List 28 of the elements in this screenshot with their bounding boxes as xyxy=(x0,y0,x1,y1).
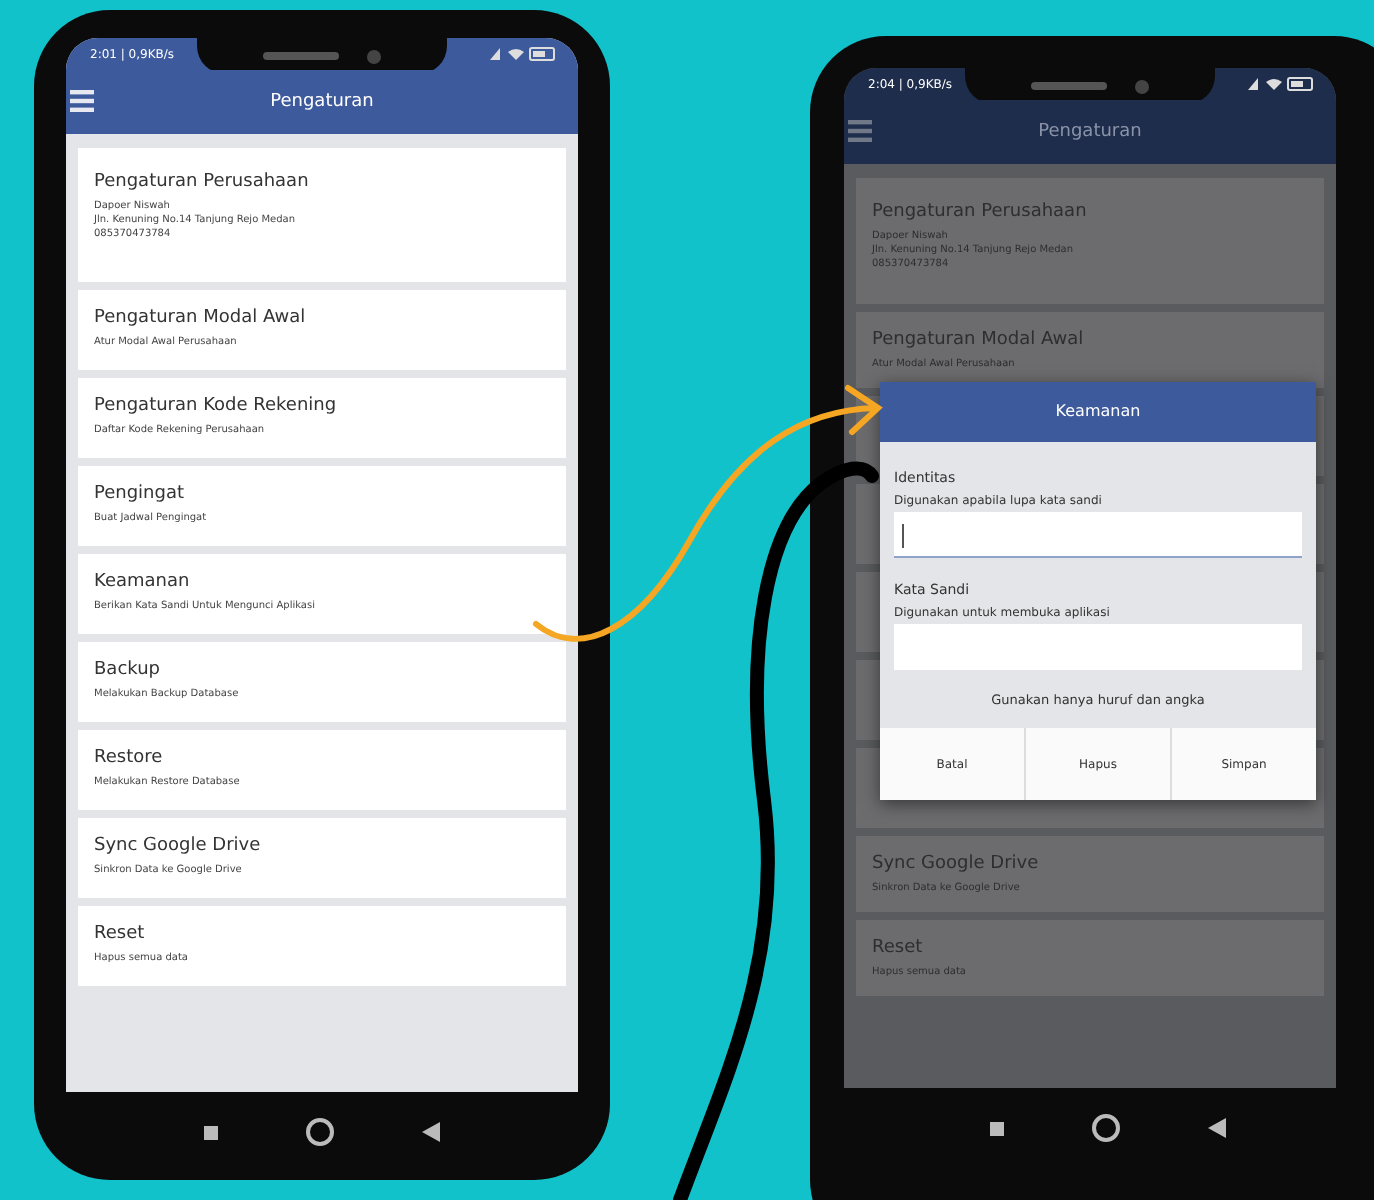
status-icons xyxy=(490,46,558,62)
item-title: Pengaturan Perusahaan xyxy=(94,172,311,192)
app-bar-title: Pengaturan xyxy=(270,92,374,112)
item-title: Pengaturan Perusahaan xyxy=(872,202,1089,222)
item-title: Reset xyxy=(94,924,147,944)
item-title: Pengaturan Modal Awal xyxy=(94,308,308,328)
back-icon[interactable] xyxy=(1208,1118,1226,1138)
recent-apps-icon[interactable] xyxy=(204,1125,218,1139)
input-field[interactable] xyxy=(894,624,1302,670)
recent-apps-icon[interactable] xyxy=(990,1121,1004,1135)
item-title: Reset xyxy=(872,938,925,958)
app-bar-title: Pengaturan xyxy=(1038,122,1142,142)
item-title: Pengingat xyxy=(94,484,187,504)
dialog-title: Keamanan xyxy=(880,382,1316,442)
item-title: Backup xyxy=(94,660,162,680)
input-field[interactable] xyxy=(894,512,1302,558)
item-title: Keamanan xyxy=(94,572,192,592)
item-title: Restore xyxy=(94,748,165,768)
home-icon[interactable] xyxy=(1092,1114,1120,1142)
menu-icon[interactable] xyxy=(848,120,872,142)
item-title: Pengaturan Modal Awal xyxy=(872,330,1086,350)
item-title: Sync Google Drive xyxy=(872,854,1041,874)
item-title: Sync Google Drive xyxy=(94,836,263,856)
item-title: Pengaturan Kode Rekening xyxy=(94,396,339,416)
status-icons xyxy=(1248,76,1316,92)
menu-icon[interactable] xyxy=(70,90,94,112)
back-icon[interactable] xyxy=(422,1122,440,1142)
home-icon[interactable] xyxy=(306,1118,334,1146)
